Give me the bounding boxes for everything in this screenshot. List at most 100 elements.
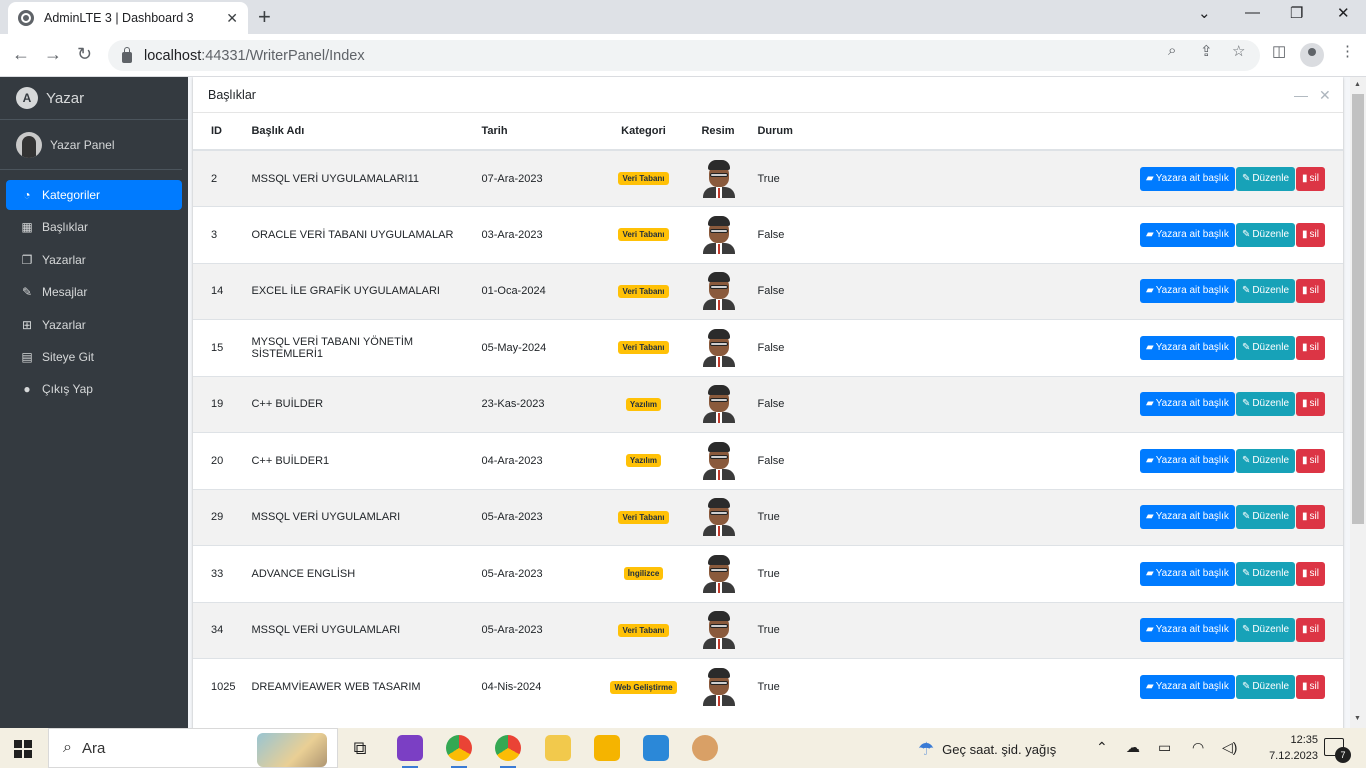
lock-icon[interactable]	[122, 47, 132, 63]
cell-id: 20	[193, 432, 244, 489]
delete-button[interactable]: ▮ sil	[1296, 222, 1325, 247]
cell-actions: ▰ Yazara ait başlık ✎ Düzenle ▮ sil	[1069, 488, 1343, 546]
sidebar-item-3[interactable]: ✎ Mesajlar	[6, 277, 182, 307]
edit-button[interactable]: ✎ Düzenle	[1235, 618, 1296, 643]
cell-category: Veri Tabanı	[593, 206, 694, 263]
reload-icon[interactable]: ↻	[77, 44, 92, 65]
tab-search-chevron-icon[interactable]: ⌄	[1198, 4, 1211, 22]
tab-close-icon[interactable]: ✕	[226, 10, 238, 27]
writer-titles-button[interactable]: ▰ Yazara ait başlık	[1140, 166, 1235, 191]
edit-button[interactable]: ✎ Düzenle	[1235, 279, 1296, 304]
delete-button[interactable]: ▮ sil	[1296, 561, 1325, 586]
bookmark-star-icon[interactable]: ☆	[1232, 42, 1245, 60]
restore-window-icon[interactable]: ❐	[1290, 4, 1303, 22]
edit-label: Düzenle	[1252, 681, 1290, 692]
forward-icon[interactable]: →	[44, 44, 62, 65]
writer-image	[701, 668, 737, 706]
weather-widget[interactable]: ☂ Geç saat. şid. yağış	[918, 739, 1056, 760]
photos-icon[interactable]	[643, 735, 669, 761]
sidebar-item-6[interactable]: ● Çıkış Yap	[6, 374, 182, 404]
remove-card-icon[interactable]: ✕	[1319, 87, 1331, 104]
profile-avatar-icon[interactable]	[1300, 43, 1324, 67]
back-icon[interactable]: ←	[12, 44, 30, 65]
edit-button[interactable]: ✎ Düzenle	[1235, 392, 1296, 417]
snipping-tool-icon[interactable]	[545, 735, 571, 761]
browser-tab[interactable]: AdminLTE 3 | Dashboard 3 ✕	[8, 2, 248, 34]
sidebar-item-2[interactable]: ❐ Yazarlar	[6, 245, 182, 275]
edit-button[interactable]: ✎ Düzenle	[1235, 561, 1296, 586]
taskbar-clock[interactable]: 12:35 7.12.2023	[1262, 732, 1318, 764]
scroll-down-icon[interactable]: ▼	[1354, 715, 1361, 722]
delete-button[interactable]: ▮ sil	[1296, 505, 1325, 530]
edit-button[interactable]: ✎ Düzenle	[1235, 166, 1296, 191]
user-panel[interactable]: Yazar Panel	[0, 120, 182, 170]
sidebar-item-label: Yazarlar	[42, 252, 86, 267]
share-icon[interactable]: ⇪	[1200, 42, 1213, 60]
visual-studio-icon[interactable]	[397, 735, 423, 768]
delete-button[interactable]: ▮ sil	[1296, 166, 1325, 191]
battery-icon[interactable]: ▭	[1158, 739, 1171, 756]
table-icon: ⊞	[21, 317, 33, 332]
edit-button[interactable]: ✎ Düzenle	[1235, 448, 1296, 473]
menu-dots-icon[interactable]: ⋮	[1340, 42, 1355, 60]
delete-button[interactable]: ▮ sil	[1296, 335, 1325, 360]
delete-button[interactable]: ▮ sil	[1296, 448, 1325, 473]
task-view-icon[interactable]: ⧉	[347, 735, 373, 761]
writer-titles-button[interactable]: ▰ Yazara ait başlık	[1140, 675, 1235, 699]
delete-button[interactable]: ▮ sil	[1296, 675, 1325, 699]
writer-titles-button[interactable]: ▰ Yazara ait başlık	[1140, 335, 1235, 360]
side-panel-icon[interactable]: ◫	[1272, 42, 1286, 60]
edit-button[interactable]: ✎ Düzenle	[1235, 335, 1296, 360]
writer-titles-button[interactable]: ▰ Yazara ait başlık	[1140, 448, 1235, 473]
writer-titles-button[interactable]: ▰ Yazara ait başlık	[1140, 618, 1235, 643]
cell-category: Veri Tabanı	[593, 149, 694, 207]
cell-image	[693, 262, 750, 320]
writer-titles-button[interactable]: ▰ Yazara ait başlık	[1140, 392, 1235, 417]
sidebar-item-label: Çıkış Yap	[42, 382, 93, 397]
paint-icon[interactable]	[692, 735, 718, 761]
network-warning-icon[interactable]: ☁	[1126, 739, 1140, 756]
chrome-icon[interactable]	[446, 735, 472, 768]
close-window-icon[interactable]: ✕	[1337, 4, 1350, 22]
windows-start-icon[interactable]	[14, 740, 32, 758]
chrome-profile-icon[interactable]	[495, 735, 521, 768]
delete-button[interactable]: ▮ sil	[1296, 392, 1325, 417]
writer-titles-button[interactable]: ▰ Yazara ait başlık	[1140, 561, 1235, 586]
sidebar-item-5[interactable]: ▤ Siteye Git	[6, 342, 182, 372]
browser-tab-bar: AdminLTE 3 | Dashboard 3 ✕ + ⌄ — ❐ ✕	[0, 0, 1366, 34]
tray-chevron-icon[interactable]: ⌃	[1096, 739, 1108, 756]
minimize-window-icon[interactable]: —	[1245, 4, 1260, 21]
volume-icon[interactable]: ◁)	[1222, 739, 1237, 756]
cell-title: C++ BUİLDER	[243, 375, 474, 433]
table-row: 20 C++ BUİLDER1 04-Ara-2023 Yazılım False ▰ Ya…	[193, 432, 1343, 489]
cell-status: False	[749, 375, 1070, 433]
table-row: 14 EXCEL İLE GRAFİK UYGULAMALARI 01-Oca-20…	[193, 262, 1343, 320]
brand-link[interactable]: A Yazar	[0, 77, 188, 120]
url-input[interactable]: localhost:44331/WriterPanel/Index	[108, 40, 1260, 71]
writer-titles-button[interactable]: ▰ Yazara ait başlık	[1140, 505, 1235, 530]
edit-button[interactable]: ✎ Düzenle	[1235, 222, 1296, 247]
taskbar-search-input[interactable]: ⌕ Ara	[48, 728, 338, 768]
edit-button[interactable]: ✎ Düzenle	[1235, 675, 1296, 699]
table-row: 3 ORACLE VERİ TABANI UYGULAMALAR 03-Ara-20…	[193, 206, 1343, 263]
wifi-icon[interactable]: ◠	[1192, 739, 1204, 756]
writer-titles-button[interactable]: ▰ Yazara ait başlık	[1140, 222, 1235, 247]
page-scrollbar[interactable]: ▲ ▼	[1350, 77, 1366, 728]
sidebar-item-1[interactable]: ▦ Başlıklar	[6, 212, 182, 242]
delete-button[interactable]: ▮ sil	[1296, 618, 1325, 643]
collapse-card-icon[interactable]: —	[1294, 87, 1308, 103]
main-content: Başlıklar — ✕ ID Başlık Adı Tarih Katego…	[188, 77, 1350, 728]
notification-center-icon[interactable]: 7	[1324, 738, 1351, 763]
table-header-row: ID Başlık Adı Tarih Kategori Resim Durum	[193, 113, 1343, 151]
writer-titles-button[interactable]: ▰ Yazara ait başlık	[1140, 279, 1235, 304]
scroll-up-icon[interactable]: ▲	[1354, 81, 1361, 88]
book-icon: ▤	[21, 349, 33, 364]
sidebar-item-4[interactable]: ⊞ Yazarlar	[6, 310, 182, 340]
sidebar-item-0[interactable]: ◔ Kategoriler	[6, 180, 182, 210]
scrollbar-thumb[interactable]	[1352, 94, 1364, 524]
delete-button[interactable]: ▮ sil	[1296, 279, 1325, 304]
new-tab-icon[interactable]: +	[258, 6, 271, 28]
edit-button[interactable]: ✎ Düzenle	[1235, 505, 1296, 530]
zoom-icon[interactable]: ⌕	[1168, 42, 1176, 59]
file-explorer-icon[interactable]	[594, 735, 620, 761]
